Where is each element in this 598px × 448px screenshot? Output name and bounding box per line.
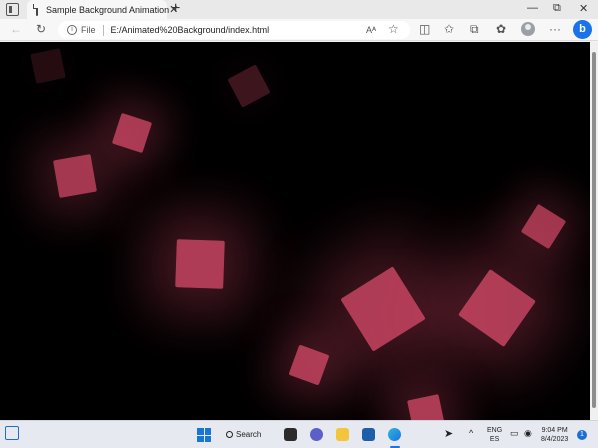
animated-square bbox=[111, 112, 153, 154]
tab-title: Sample Background Animation bbox=[46, 4, 170, 15]
profile-icon[interactable] bbox=[521, 22, 535, 36]
browser-toolbar: ← ↻ i File E:/Animated%20Background/inde… bbox=[0, 19, 598, 41]
animated-square bbox=[288, 344, 330, 386]
extensions-icon[interactable]: ✿ bbox=[496, 22, 506, 36]
chevron-up-icon[interactable]: ^ bbox=[469, 428, 473, 438]
windows-taskbar: Search ➤ ^ ENG ES ▭ ◉ 9:04 PM 8/4/2023 1 bbox=[0, 420, 598, 448]
address-bar[interactable]: i File E:/Animated%20Background/index.ht… bbox=[58, 21, 410, 39]
widgets-icon[interactable] bbox=[5, 426, 19, 440]
task-view-icon[interactable] bbox=[284, 428, 297, 441]
taskbar-search[interactable]: Search bbox=[226, 427, 272, 443]
file-explorer-icon[interactable] bbox=[336, 428, 349, 441]
network-icon[interactable]: ◉ bbox=[524, 428, 532, 439]
animated-square bbox=[458, 269, 536, 347]
close-window-button[interactable]: ✕ bbox=[579, 2, 588, 15]
file-label: File bbox=[81, 25, 96, 35]
mouse-cursor-icon: ➤ bbox=[444, 428, 454, 440]
tab-active[interactable]: Sample Background Animation ✕ bbox=[27, 0, 178, 19]
collections-icon[interactable]: ⧉ bbox=[470, 22, 479, 36]
read-aloud-icon[interactable]: Aᴬ bbox=[366, 23, 376, 37]
new-tab-button[interactable]: + bbox=[171, 1, 180, 17]
animated-square bbox=[227, 64, 271, 108]
vertical-scrollbar[interactable] bbox=[590, 42, 598, 420]
url-text[interactable]: E:/Animated%20Background/index.html bbox=[111, 25, 270, 35]
page-icon bbox=[33, 3, 38, 16]
scrollbar-thumb[interactable] bbox=[592, 52, 596, 408]
split-screen-icon[interactable]: ◫ bbox=[419, 22, 430, 36]
animated-square bbox=[340, 266, 426, 352]
favorites-icon[interactable]: ✩ bbox=[444, 22, 454, 36]
chat-icon[interactable] bbox=[310, 428, 323, 441]
restore-button[interactable]: ⧉ bbox=[553, 2, 561, 15]
favorite-icon[interactable]: ☆ bbox=[388, 22, 399, 36]
animated-square bbox=[407, 394, 445, 420]
store-icon[interactable] bbox=[362, 428, 375, 441]
search-label: Search bbox=[236, 430, 262, 439]
refresh-icon[interactable]: ↻ bbox=[36, 22, 46, 36]
edge-icon[interactable] bbox=[388, 428, 401, 441]
animated-square bbox=[52, 153, 98, 199]
back-icon[interactable]: ← bbox=[10, 22, 22, 36]
search-icon bbox=[226, 431, 233, 438]
notification-badge[interactable]: 1 bbox=[577, 430, 587, 440]
bing-chat-icon[interactable]: b bbox=[573, 20, 592, 39]
tab-actions-icon[interactable] bbox=[6, 3, 19, 16]
animated-square bbox=[175, 239, 225, 289]
clock[interactable]: 9:04 PM 8/4/2023 bbox=[541, 426, 568, 444]
start-button[interactable] bbox=[197, 428, 211, 442]
language-indicator[interactable]: ENG ES bbox=[487, 426, 502, 444]
tab-strip: Sample Background Animation ✕ + — ⧉ ✕ bbox=[0, 0, 598, 19]
display-icon[interactable]: ▭ bbox=[510, 428, 519, 439]
page-viewport bbox=[0, 42, 590, 420]
minimize-button[interactable]: — bbox=[527, 2, 538, 14]
more-icon[interactable]: ··· bbox=[549, 22, 561, 36]
animated-square bbox=[520, 203, 567, 250]
animated-square bbox=[30, 48, 66, 84]
info-icon[interactable]: i bbox=[67, 25, 77, 35]
address-separator bbox=[102, 24, 104, 36]
